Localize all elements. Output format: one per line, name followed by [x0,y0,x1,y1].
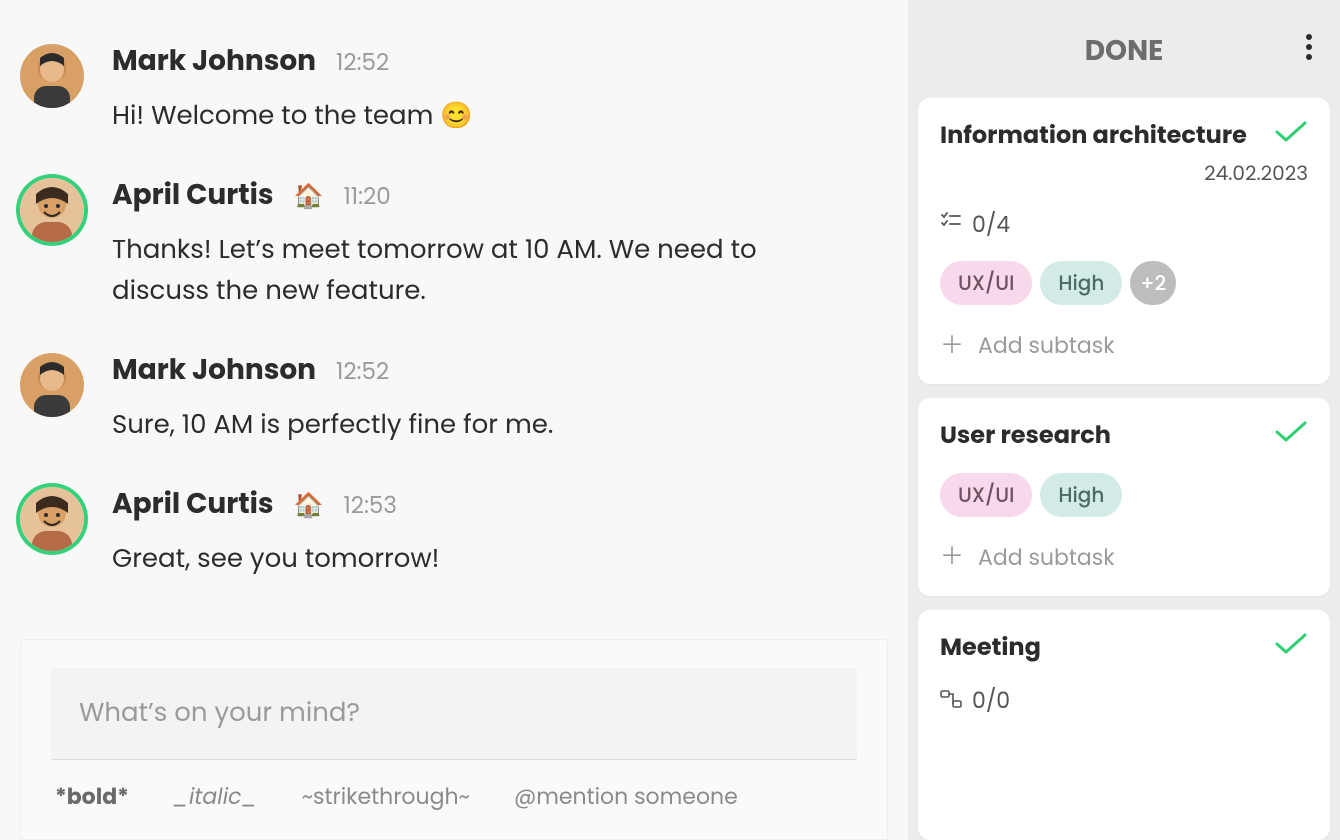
hint-mention: @mention someone [514,780,738,813]
avatar[interactable] [20,44,84,108]
chat-message: April Curtis 🏠 12:53 Great, see you tomo… [20,483,818,579]
hint-bold: *bold* [55,780,129,813]
message-author: Mark Johnson [112,40,316,82]
task-title: User research [940,420,1111,452]
add-subtask-button[interactable]: ＋ Add subtask [940,329,1308,362]
checklist-icon [940,208,962,241]
plus-icon: ＋ [940,334,964,358]
hint-italic: _italic_ [173,780,258,813]
message-timestamp: 12:52 [336,355,389,389]
chat-message: April Curtis 🏠 11:20 Thanks! Let’s meet … [20,174,818,311]
message-text: Sure, 10 AM is perfectly fine for me. [112,405,818,445]
chat-pane: Mark Johnson 12:52 Hi! Welcome to the te… [0,0,908,840]
checkmark-icon [1274,120,1308,144]
task-progress: 0/4 [972,208,1010,241]
add-subtask-label: Add subtask [978,329,1115,362]
add-subtask-label: Add subtask [978,541,1115,574]
task-title: Information architecture [940,120,1262,152]
task-tag[interactable]: High [1040,473,1122,517]
task-progress: 0/0 [972,684,1010,717]
avatar[interactable] [20,487,84,551]
subtask-tree-icon [940,684,962,717]
composer: *bold* _italic_ ~strikethrough~ @mention… [20,639,888,840]
checkmark-icon [1274,420,1308,444]
message-text: Great, see you tomorrow! [112,539,818,579]
composer-input[interactable] [51,668,857,760]
task-card[interactable]: Information architecture 24.02.2023 0/4 … [918,98,1330,384]
chat-message: Mark Johnson 12:52 Hi! Welcome to the te… [20,40,818,136]
house-icon: 🏠 [294,488,324,523]
avatar[interactable] [20,178,84,242]
task-tag[interactable]: UX/UI [940,473,1032,517]
plus-icon: ＋ [940,545,964,569]
task-card[interactable]: User research UX/UI High ＋ Add subtask [918,398,1330,595]
avatar[interactable] [20,353,84,417]
formatting-hints: *bold* _italic_ ~strikethrough~ @mention… [51,780,857,813]
message-timestamp: 12:52 [336,46,389,80]
tasks-column-title: DONE [1085,30,1164,72]
add-subtask-button[interactable]: ＋ Add subtask [940,541,1308,574]
task-date: 24.02.2023 [940,158,1308,188]
house-icon: 🏠 [294,179,324,214]
hint-strikethrough: ~strikethrough~ [302,780,470,813]
message-timestamp: 11:20 [343,180,390,214]
task-title: Meeting [940,632,1041,664]
task-tag[interactable]: UX/UI [940,261,1032,305]
message-text: Thanks! Let’s meet tomorrow at 10 AM. We… [112,230,818,311]
message-text: Hi! Welcome to the team 😊 [112,96,818,136]
message-timestamp: 12:53 [343,489,396,523]
chat-message: Mark Johnson 12:52 Sure, 10 AM is perfec… [20,349,818,445]
task-tag-more[interactable]: +2 [1130,261,1176,305]
task-card[interactable]: Meeting 0/0 [918,610,1330,840]
checkmark-icon [1274,632,1308,656]
message-author: April Curtis [112,483,274,525]
tasks-pane: DONE Information architecture 24.02.2023 [908,0,1340,840]
message-list: Mark Johnson 12:52 Hi! Welcome to the te… [20,40,888,609]
message-author: Mark Johnson [112,349,316,391]
message-author: April Curtis [112,174,274,216]
task-tag[interactable]: High [1040,261,1122,305]
more-options-button[interactable] [1302,30,1316,64]
